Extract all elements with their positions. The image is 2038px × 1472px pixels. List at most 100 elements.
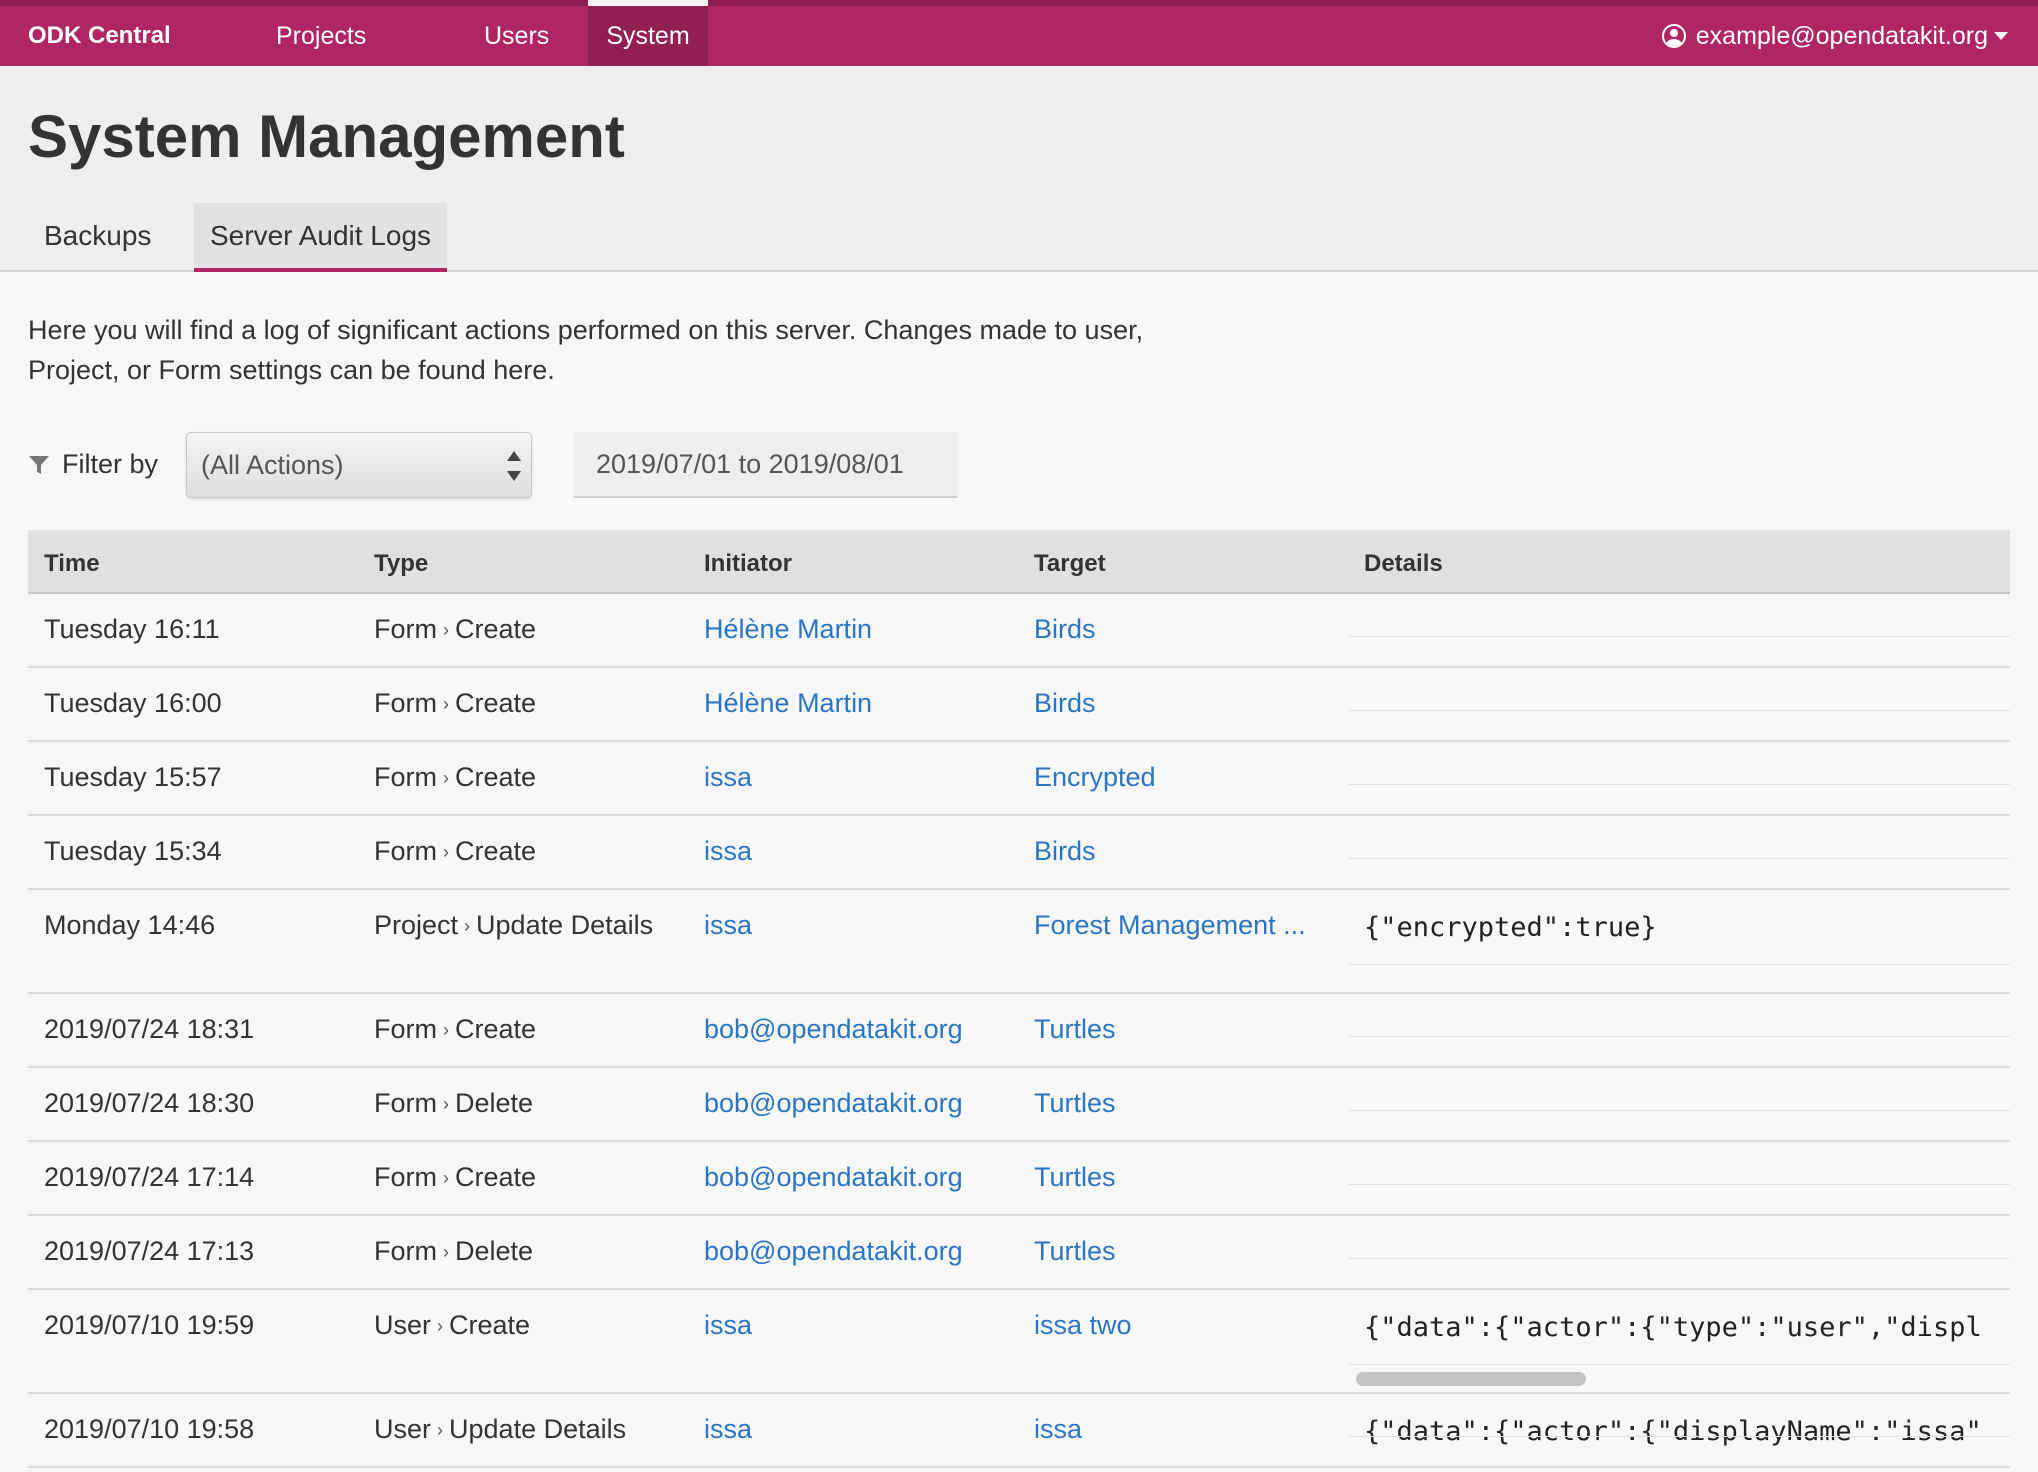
chevron-right-icon: › [443,1020,449,1040]
details-cell [1348,668,2010,740]
target-link[interactable]: Turtles [1034,1014,1116,1045]
page-header: System Management Backups Server Audit L… [0,66,2038,272]
initiator-link[interactable]: issa [704,910,752,941]
chevron-right-icon: › [443,694,449,714]
cell-time: Monday 14:46 [44,910,216,940]
type-action: Update Details [449,1414,627,1444]
cell-type: Form › Create [374,836,536,867]
page-title: System Management [28,103,625,170]
type-category: Form [374,614,437,644]
details-json: {"data":{"actor":{"displayName":"issa" [1364,1416,1982,1447]
details-cell: {"data":{"actor":{"displayName":"issa" [1348,1394,2010,1466]
initiator-link[interactable]: bob@opendatakit.org [704,1088,963,1119]
initiator-link[interactable]: issa [704,1310,752,1341]
initiator-link[interactable]: bob@opendatakit.org [704,1162,963,1193]
intro-text: Here you will find a log of significant … [28,310,1228,390]
details-divider [1348,1364,2010,1365]
date-range-value: 2019/07/01 to 2019/08/01 [596,449,904,479]
nav-projects[interactable]: Projects [276,6,366,66]
cell-time: Tuesday 16:11 [44,614,220,644]
intro-line-1: Here you will find a log of significant … [28,315,1144,345]
top-navbar: ODK Central Projects Users System exampl… [0,0,2038,66]
initiator-link[interactable]: Hélène Martin [704,614,872,645]
initiator-link[interactable]: bob@opendatakit.org [704,1236,963,1267]
details-cell [1348,994,2010,1066]
initiator-link[interactable]: Hélène Martin [704,688,872,719]
action-filter-select[interactable]: (All Actions) [186,432,532,498]
table-body: Tuesday 16:11 Form › Create Hélène Martin Bir… [28,594,2010,1468]
cell-type: Form › Create [374,1162,536,1193]
intro-line-2: Project, or Form settings can be found h… [28,355,555,385]
details-divider [1348,1036,2010,1037]
table-row: Tuesday 16:11 Form › Create Hélène Martin Bir… [28,594,2010,668]
details-json: {"data":{"actor":{"type":"user","displ [1364,1312,1982,1343]
details-scrollbar[interactable] [1356,1372,1586,1386]
details-divider [1348,858,2010,859]
cell-time: Tuesday 15:34 [44,836,222,866]
details-divider [1348,1258,2010,1259]
date-range-input[interactable]: 2019/07/01 to 2019/08/01 [574,432,958,498]
nav-users[interactable]: Users [484,6,549,66]
type-action: Delete [455,1088,534,1118]
initiator-link[interactable]: bob@opendatakit.org [704,1014,963,1045]
type-category: Form [374,1088,437,1118]
cell-type: Project › Update Details [374,910,653,941]
details-divider [1348,784,2010,785]
initiator-link[interactable]: issa [704,1414,752,1445]
tab-backups[interactable]: Backups [28,203,167,272]
details-cell [1348,816,2010,888]
account-email: example@opendatakit.org [1695,21,1988,50]
type-action: Delete [455,1236,534,1266]
details-cell [1348,1068,2010,1140]
cell-type: User › Create [374,1310,530,1341]
tab-server-audit-logs[interactable]: Server Audit Logs [194,203,448,272]
details-cell [1348,1216,2010,1288]
details-divider [1348,636,2010,637]
cell-type: Form › Create [374,614,536,645]
target-link[interactable]: Turtles [1034,1162,1116,1193]
table-row: Tuesday 15:57 Form › Create issa Encrypted [28,742,2010,816]
header-details: Details [1364,550,1443,577]
type-category: Form [374,1014,437,1044]
type-action: Create [455,1014,537,1044]
type-action: Create [449,1310,531,1340]
cell-time: 2019/07/24 18:30 [44,1088,255,1118]
details-json: {"encrypted":true} [1364,912,1657,943]
nav-system[interactable]: System [588,0,708,66]
target-link[interactable]: Birds [1034,614,1096,645]
target-link[interactable]: Turtles [1034,1088,1116,1119]
table-row: Tuesday 16:00 Form › Create Hélène Martin Bir… [28,668,2010,742]
type-action: Update Details [476,910,654,940]
target-link[interactable]: Turtles [1034,1236,1116,1267]
account-menu[interactable]: example@opendatakit.org [1661,6,2008,66]
chevron-right-icon: › [443,842,449,862]
action-filter-value: (All Actions) [201,450,344,480]
chevron-right-icon: › [443,1094,449,1114]
type-action: Create [455,762,537,792]
brand-logo[interactable]: ODK Central [28,22,171,50]
type-category: User [374,1414,432,1444]
cell-time: 2019/07/10 19:58 [44,1414,255,1444]
target-link[interactable]: issa two [1034,1310,1132,1341]
cell-time: Tuesday 16:00 [44,688,222,718]
target-link[interactable]: Birds [1034,836,1096,867]
type-action: Create [455,688,537,718]
select-arrows-icon [507,451,521,481]
target-link[interactable]: issa [1034,1414,1082,1445]
cell-type: Form › Delete [374,1088,533,1119]
table-header: Time Type Initiator Target Details [28,530,2010,594]
type-category: Project [374,910,459,940]
details-divider [1348,1436,2010,1437]
initiator-link[interactable]: issa [704,836,752,867]
target-link[interactable]: Birds [1034,688,1096,719]
type-action: Create [455,836,537,866]
details-cell [1348,1142,2010,1214]
type-action: Create [455,1162,537,1192]
initiator-link[interactable]: issa [704,762,752,793]
target-link[interactable]: Forest Management ... [1034,910,1306,941]
filter-bar: Filter by (All Actions) 2019/07/01 to 20… [28,432,1028,498]
details-cell: {"data":{"actor":{"type":"user","displ [1348,1290,2010,1392]
target-link[interactable]: Encrypted [1034,762,1156,793]
filter-icon [29,456,49,474]
cell-type: Form › Delete [374,1236,533,1267]
